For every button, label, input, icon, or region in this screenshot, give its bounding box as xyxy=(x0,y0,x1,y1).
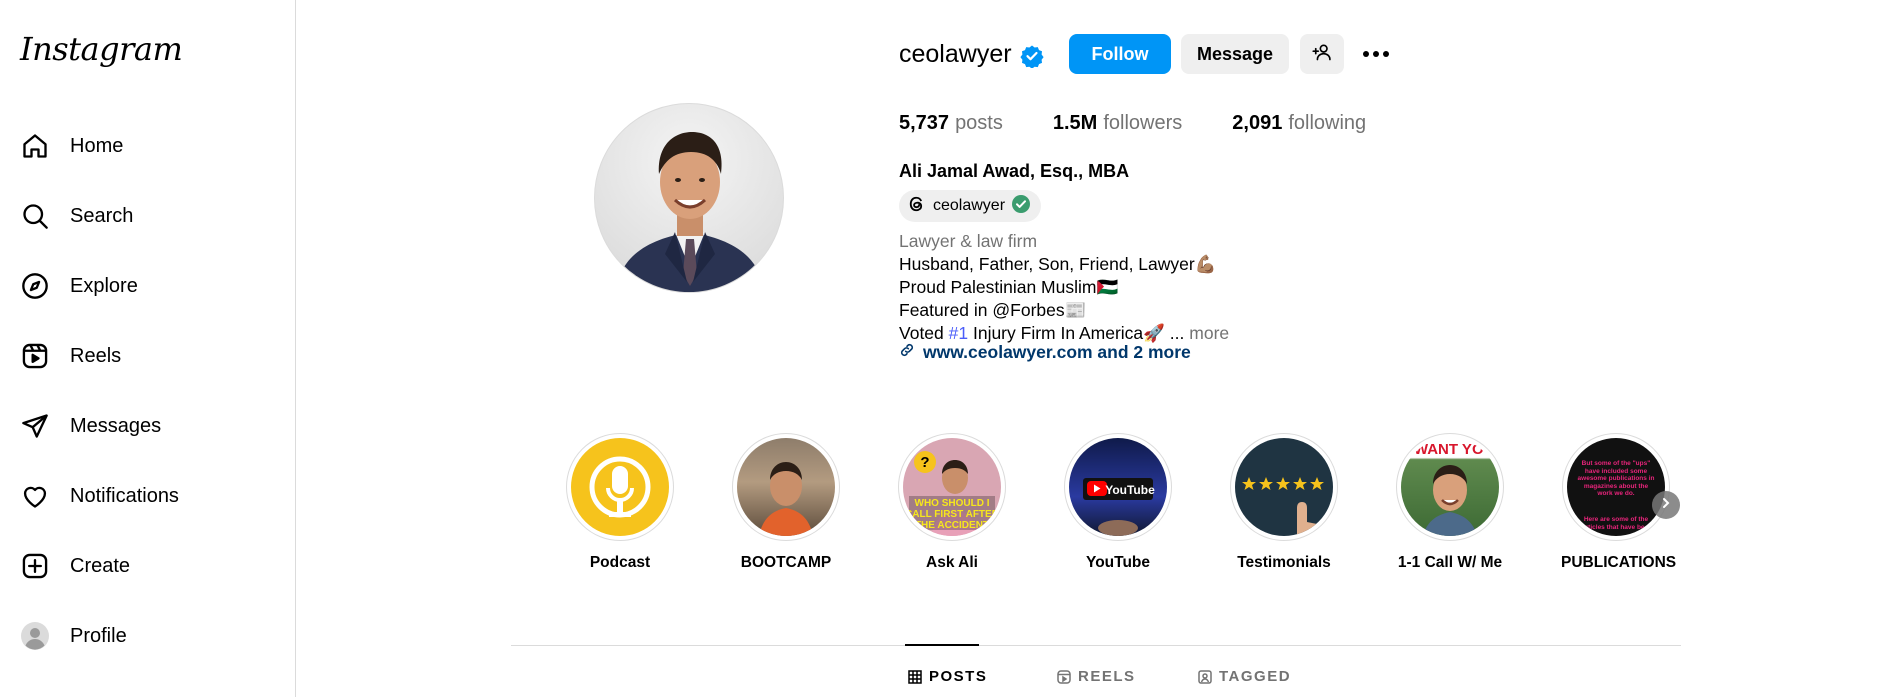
svg-text:?: ? xyxy=(920,454,929,471)
verified-badge-icon xyxy=(1020,44,1044,69)
search-icon xyxy=(20,201,50,231)
svg-text:CALL FIRST AFTER: CALL FIRST AFTER xyxy=(905,509,1000,520)
home-icon xyxy=(20,131,50,161)
threads-badge[interactable]: ceolawyer xyxy=(899,190,1042,222)
profile-stats: 5,737 posts 1.5M followers 2,091 following xyxy=(899,112,1416,135)
highlight-label: Testimonials xyxy=(1237,554,1331,571)
sidebar-item-label: Create xyxy=(70,554,131,577)
highlight-bootcamp[interactable]: BOOTCAMP xyxy=(731,433,841,572)
youtube-logo-icon: YouTube xyxy=(1083,478,1155,536)
profile-avatar-icon xyxy=(20,621,50,651)
svg-text:I WANT YOU: I WANT YOU xyxy=(1406,441,1495,458)
highlight-cover xyxy=(571,438,669,536)
more-horizontal-icon xyxy=(1362,45,1390,63)
highlight-label: Ask Ali xyxy=(926,554,978,571)
highlight-label: Podcast xyxy=(589,554,651,571)
grid-icon xyxy=(908,669,922,684)
sidebar-nav: Home Search Explore Reels Messages Notif… xyxy=(0,118,296,678)
highlight-podcast[interactable]: Podcast xyxy=(565,433,675,572)
instagram-logo[interactable]: Instagram xyxy=(20,30,183,68)
sidebar-item-messages[interactable]: Messages xyxy=(0,398,296,454)
highlight-cover xyxy=(737,438,835,536)
bio-category: Lawyer & law firm xyxy=(899,231,1038,251)
svg-text:THE ACCIDENT: THE ACCIDENT xyxy=(915,520,989,531)
tagged-icon xyxy=(1198,669,1212,684)
microphone-icon xyxy=(589,456,651,518)
following-link[interactable]: 2,091 following xyxy=(1232,112,1366,135)
profile-avatar[interactable] xyxy=(594,103,784,293)
bio-link-label: www.ceolawyer.com and 2 more xyxy=(923,342,1191,362)
tab-posts[interactable]: POSTS xyxy=(908,668,987,685)
profile-username: ceolawyer xyxy=(899,40,1012,68)
bio-line: Husband, Father, Son, Friend, Lawyer💪🏽 xyxy=(899,254,1217,274)
profile-main: ceolawyer Follow Message 5,737 posts 1.5M… xyxy=(297,0,1878,697)
highlight-label: 1-1 Call W/ Me xyxy=(1397,554,1503,571)
sidebar-item-reels[interactable]: Reels xyxy=(0,328,296,384)
reels-small-icon xyxy=(1057,669,1071,684)
five-stars-icon xyxy=(1242,477,1324,536)
highlight-label: PUBLICATIONS xyxy=(1561,554,1677,571)
sidebar-item-explore[interactable]: Explore xyxy=(0,258,296,314)
highlight-cover: I WANT YOU xyxy=(1401,438,1499,536)
plus-square-icon xyxy=(20,551,50,581)
sidebar-item-label: Profile xyxy=(70,624,127,647)
posts-count: 5,737 posts xyxy=(899,112,1003,134)
bio-line: Featured in @Forbes📰 xyxy=(899,300,1087,320)
highlights-next-button[interactable] xyxy=(1652,491,1680,519)
sidebar-item-notifications[interactable]: Notifications xyxy=(0,468,296,524)
sidebar-item-label: Home xyxy=(70,134,124,157)
followers-link[interactable]: 1.5M followers xyxy=(1053,112,1182,135)
more-options-button[interactable] xyxy=(1361,42,1391,66)
sidebar-item-label: Messages xyxy=(70,414,162,437)
active-tab-indicator xyxy=(905,644,979,646)
highlight-overlay-text: Here are some of the articles that have … xyxy=(1582,516,1650,531)
svg-text:YouTube: YouTube xyxy=(1105,483,1155,497)
sidebar-item-home[interactable]: Home xyxy=(0,118,296,174)
sidebar-item-create[interactable]: Create xyxy=(0,538,296,594)
highlight-youtube[interactable]: YouTube YouTube xyxy=(1063,433,1173,572)
bio-website-link[interactable]: www.ceolawyer.com and 2 more xyxy=(899,342,1191,363)
chevron-right-icon xyxy=(1660,496,1672,514)
profile-photo xyxy=(615,132,765,292)
sidebar-item-label: Search xyxy=(70,204,134,227)
highlight-overlay-text: But some of the "ups" have included some… xyxy=(1577,460,1655,497)
highlight-label: YouTube xyxy=(1086,554,1150,571)
suggest-accounts-button[interactable] xyxy=(1300,34,1344,74)
reels-icon xyxy=(20,341,50,371)
add-person-icon xyxy=(1312,42,1332,67)
message-button[interactable]: Message xyxy=(1181,34,1289,74)
check-circle-icon xyxy=(1011,194,1031,219)
sidebar-item-label: Reels xyxy=(70,344,122,367)
sidebar-item-label: Explore xyxy=(70,274,138,297)
threads-handle: ceolawyer xyxy=(933,197,1006,214)
bio-line: Proud Palestinian Muslim🇵🇸 xyxy=(899,277,1119,297)
highlight-1-1-call[interactable]: I WANT YOU 1-1 Call W/ Me xyxy=(1395,433,1505,572)
sidebar: Instagram Home Search Explore Reels Mess… xyxy=(0,0,296,697)
profile-bio: Lawyer & law firm Husband, Father, Son, … xyxy=(899,230,1229,345)
svg-text:WHO SHOULD I: WHO SHOULD I xyxy=(915,498,990,509)
tab-reels[interactable]: REELS xyxy=(1057,668,1136,685)
tab-tagged[interactable]: TAGGED xyxy=(1198,668,1291,685)
highlight-label: BOOTCAMP xyxy=(740,554,832,571)
hashtag-link[interactable]: #1 xyxy=(949,323,968,343)
profile-full-name: Ali Jamal Awad, Esq., MBA xyxy=(899,161,1130,181)
threads-icon xyxy=(907,194,927,219)
heart-icon xyxy=(20,481,50,511)
highlight-cover: But some of the "ups" have included some… xyxy=(1567,438,1665,536)
sidebar-item-profile[interactable]: Profile xyxy=(0,608,296,664)
tabs-divider xyxy=(511,645,1681,646)
highlight-cover xyxy=(1235,438,1333,536)
highlight-testimonials[interactable]: Testimonials xyxy=(1229,433,1339,572)
sidebar-item-search[interactable]: Search xyxy=(0,188,296,244)
link-icon xyxy=(899,342,915,363)
highlight-cover: YouTube xyxy=(1069,438,1167,536)
highlight-cover: ? WHO SHOULD I CALL FIRST AFTER THE ACCIDEN… xyxy=(903,438,1001,536)
send-icon xyxy=(20,411,50,441)
highlight-ask-ali[interactable]: ? WHO SHOULD I CALL FIRST AFTER THE ACCIDEN… xyxy=(897,433,1007,572)
follow-button[interactable]: Follow xyxy=(1069,34,1171,74)
bio-more-link[interactable]: more xyxy=(1189,323,1229,343)
sidebar-item-label: Notifications xyxy=(70,484,179,507)
compass-icon xyxy=(20,271,50,301)
